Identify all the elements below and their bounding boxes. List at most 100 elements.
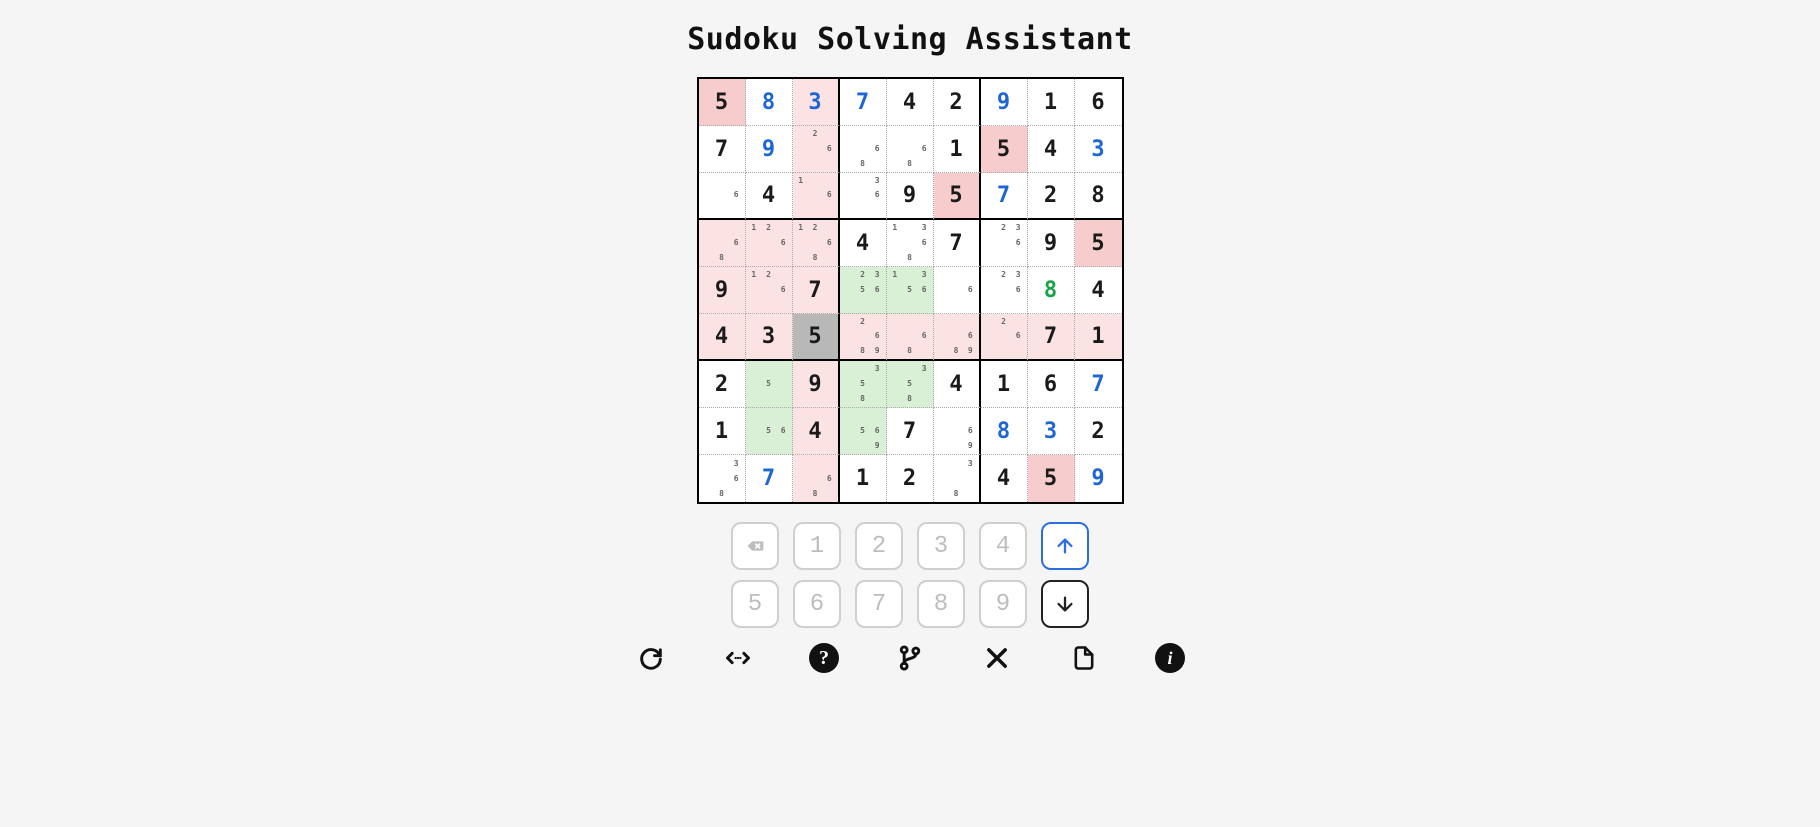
cell-r4-c1[interactable]: 68 bbox=[699, 220, 746, 267]
cell-r9-c9[interactable]: 9 bbox=[1075, 455, 1122, 502]
cell-r3-c8[interactable]: 2 bbox=[1028, 173, 1075, 220]
help-button[interactable]: ? bbox=[809, 643, 839, 673]
cell-r2-c8[interactable]: 4 bbox=[1028, 126, 1075, 173]
cell-r9-c6[interactable]: 38 bbox=[934, 455, 981, 502]
cell-r7-c3[interactable]: 9 bbox=[793, 361, 840, 408]
cell-r6-c6[interactable]: 689 bbox=[934, 314, 981, 361]
digit-7-button[interactable]: 7 bbox=[855, 580, 903, 628]
cell-r3-c9[interactable]: 8 bbox=[1075, 173, 1122, 220]
cell-r7-c1[interactable]: 2 bbox=[699, 361, 746, 408]
cell-r8-c6[interactable]: 69 bbox=[934, 408, 981, 455]
cell-r5-c5[interactable]: 1356 bbox=[887, 267, 934, 314]
cell-r6-c7[interactable]: 26 bbox=[981, 314, 1028, 361]
cell-r5-c7[interactable]: 236 bbox=[981, 267, 1028, 314]
cell-r4-c9[interactable]: 5 bbox=[1075, 220, 1122, 267]
cell-r4-c7[interactable]: 236 bbox=[981, 220, 1028, 267]
cell-r5-c2[interactable]: 126 bbox=[746, 267, 793, 314]
cell-r3-c3[interactable]: 16 bbox=[793, 173, 840, 220]
cell-r4-c6[interactable]: 7 bbox=[934, 220, 981, 267]
cell-r9-c5[interactable]: 2 bbox=[887, 455, 934, 502]
cell-r1-c4[interactable]: 7 bbox=[840, 79, 887, 126]
cell-r1-c2[interactable]: 8 bbox=[746, 79, 793, 126]
cell-r1-c5[interactable]: 4 bbox=[887, 79, 934, 126]
cell-r2-c6[interactable]: 1 bbox=[934, 126, 981, 173]
cell-r9-c2[interactable]: 7 bbox=[746, 455, 793, 502]
cell-r1-c3[interactable]: 3 bbox=[793, 79, 840, 126]
cell-r5-c9[interactable]: 4 bbox=[1075, 267, 1122, 314]
cell-r5-c3[interactable]: 7 bbox=[793, 267, 840, 314]
cell-r8-c4[interactable]: 569 bbox=[840, 408, 887, 455]
cell-r4-c2[interactable]: 126 bbox=[746, 220, 793, 267]
cell-r8-c3[interactable]: 4 bbox=[793, 408, 840, 455]
digit-6-button[interactable]: 6 bbox=[793, 580, 841, 628]
cell-r1-c6[interactable]: 2 bbox=[934, 79, 981, 126]
cell-r9-c1[interactable]: 368 bbox=[699, 455, 746, 502]
digit-2-button[interactable]: 2 bbox=[855, 522, 903, 570]
cell-r3-c2[interactable]: 4 bbox=[746, 173, 793, 220]
cell-r6-c2[interactable]: 3 bbox=[746, 314, 793, 361]
digit-8-button[interactable]: 8 bbox=[917, 580, 965, 628]
cell-r9-c7[interactable]: 4 bbox=[981, 455, 1028, 502]
digit-3-button[interactable]: 3 bbox=[917, 522, 965, 570]
digit-5-button[interactable]: 5 bbox=[731, 580, 779, 628]
cell-r7-c7[interactable]: 1 bbox=[981, 361, 1028, 408]
cell-r7-c9[interactable]: 7 bbox=[1075, 361, 1122, 408]
cell-r2-c7[interactable]: 5 bbox=[981, 126, 1028, 173]
cell-r5-c4[interactable]: 2356 bbox=[840, 267, 887, 314]
cell-r6-c1[interactable]: 4 bbox=[699, 314, 746, 361]
cell-r8-c9[interactable]: 2 bbox=[1075, 408, 1122, 455]
branch-button[interactable] bbox=[894, 642, 926, 674]
cell-r4-c8[interactable]: 9 bbox=[1028, 220, 1075, 267]
cell-r4-c3[interactable]: 1268 bbox=[793, 220, 840, 267]
digit-4-button[interactable]: 4 bbox=[979, 522, 1027, 570]
cell-r3-c1[interactable]: 6 bbox=[699, 173, 746, 220]
cell-r2-c9[interactable]: 3 bbox=[1075, 126, 1122, 173]
cell-r6-c3[interactable]: 5 bbox=[793, 314, 840, 361]
cell-r8-c7[interactable]: 8 bbox=[981, 408, 1028, 455]
cell-r9-c4[interactable]: 1 bbox=[840, 455, 887, 502]
cell-r7-c4[interactable]: 358 bbox=[840, 361, 887, 408]
cell-r1-c7[interactable]: 9 bbox=[981, 79, 1028, 126]
file-button[interactable] bbox=[1068, 642, 1100, 674]
cell-r9-c8[interactable]: 5 bbox=[1028, 455, 1075, 502]
digit-1-button[interactable]: 1 bbox=[793, 522, 841, 570]
redo-button[interactable] bbox=[635, 642, 667, 674]
cell-r5-c1[interactable]: 9 bbox=[699, 267, 746, 314]
cell-r6-c4[interactable]: 2689 bbox=[840, 314, 887, 361]
cell-r6-c8[interactable]: 7 bbox=[1028, 314, 1075, 361]
cell-r3-c6[interactable]: 5 bbox=[934, 173, 981, 220]
embed-button[interactable] bbox=[722, 642, 754, 674]
cell-r6-c5[interactable]: 68 bbox=[887, 314, 934, 361]
close-button[interactable] bbox=[981, 642, 1013, 674]
cell-r4-c4[interactable]: 4 bbox=[840, 220, 887, 267]
cell-r2-c1[interactable]: 7 bbox=[699, 126, 746, 173]
cell-r6-c9[interactable]: 1 bbox=[1075, 314, 1122, 361]
cell-r1-c9[interactable]: 6 bbox=[1075, 79, 1122, 126]
cell-r7-c5[interactable]: 358 bbox=[887, 361, 934, 408]
cell-r5-c8[interactable]: 8 bbox=[1028, 267, 1075, 314]
cell-r7-c8[interactable]: 6 bbox=[1028, 361, 1075, 408]
cell-r8-c2[interactable]: 56 bbox=[746, 408, 793, 455]
cell-r2-c3[interactable]: 26 bbox=[793, 126, 840, 173]
cell-r8-c8[interactable]: 3 bbox=[1028, 408, 1075, 455]
cell-r8-c5[interactable]: 7 bbox=[887, 408, 934, 455]
cell-r1-c8[interactable]: 1 bbox=[1028, 79, 1075, 126]
arrow-up-button[interactable] bbox=[1041, 522, 1089, 570]
cell-r4-c5[interactable]: 1368 bbox=[887, 220, 934, 267]
arrow-down-button[interactable] bbox=[1041, 580, 1089, 628]
cell-r2-c5[interactable]: 68 bbox=[887, 126, 934, 173]
cell-r3-c5[interactable]: 9 bbox=[887, 173, 934, 220]
cell-r5-c6[interactable]: 6 bbox=[934, 267, 981, 314]
cell-r2-c4[interactable]: 68 bbox=[840, 126, 887, 173]
cell-r8-c1[interactable]: 1 bbox=[699, 408, 746, 455]
digit-9-button[interactable]: 9 bbox=[979, 580, 1027, 628]
cell-r7-c6[interactable]: 4 bbox=[934, 361, 981, 408]
cell-r9-c3[interactable]: 68 bbox=[793, 455, 840, 502]
cell-r3-c4[interactable]: 36 bbox=[840, 173, 887, 220]
cell-r3-c7[interactable]: 7 bbox=[981, 173, 1028, 220]
cell-r1-c1[interactable]: 5 bbox=[699, 79, 746, 126]
cell-r2-c2[interactable]: 9 bbox=[746, 126, 793, 173]
info-button[interactable]: i bbox=[1155, 643, 1185, 673]
backspace-button[interactable] bbox=[731, 522, 779, 570]
cell-r7-c2[interactable]: 5 bbox=[746, 361, 793, 408]
